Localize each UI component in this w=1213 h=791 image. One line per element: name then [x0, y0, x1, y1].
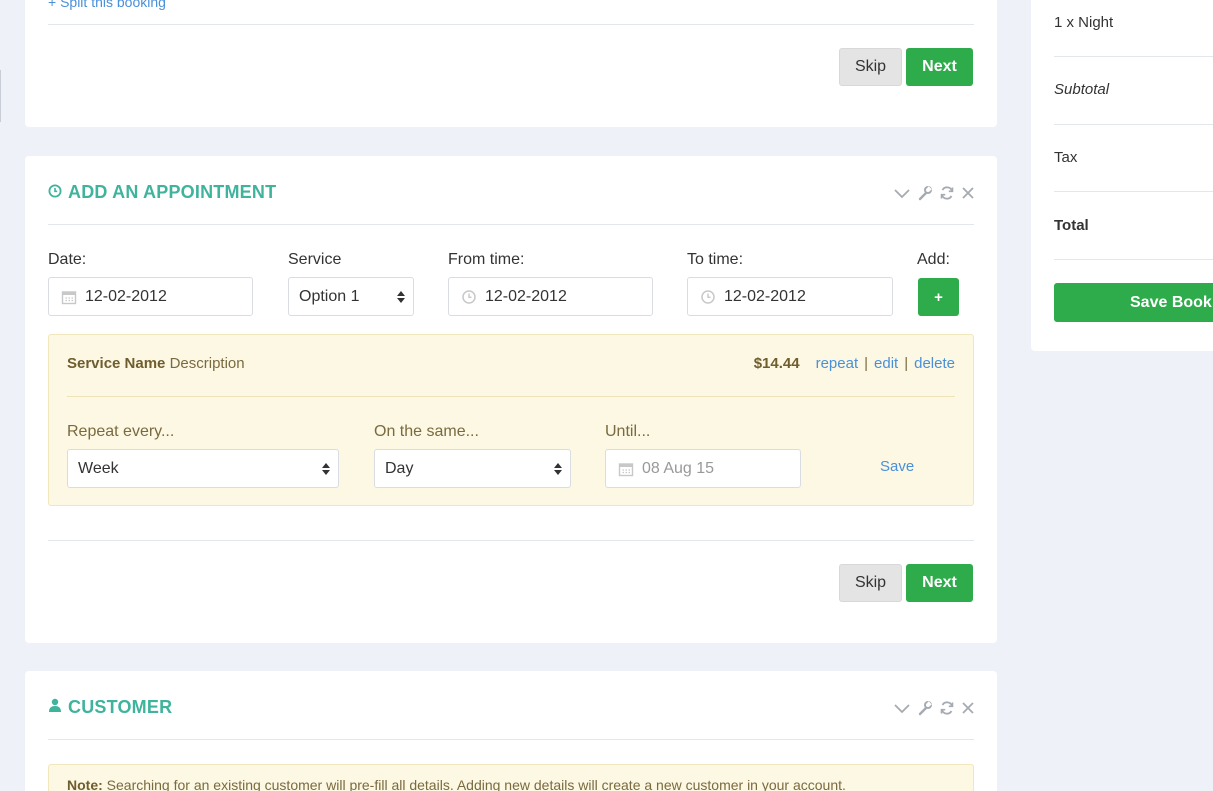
repeat-every-label: Repeat every... — [67, 423, 175, 440]
panel-title-customer: CUSTOMER — [48, 697, 172, 718]
divider — [48, 224, 974, 225]
user-icon — [48, 697, 62, 718]
from-time-label: From time: — [448, 251, 525, 268]
wrench-icon[interactable] — [917, 185, 933, 201]
panel-tools — [893, 185, 975, 201]
panel-title-appointment: ADD AN APPOINTMENT — [48, 182, 276, 203]
date-input[interactable]: 12-02-2012 — [48, 277, 253, 316]
summary-night-row: 1 x Night — [1054, 14, 1114, 31]
refresh-icon[interactable] — [939, 185, 955, 201]
on-same-select[interactable]: Day — [374, 449, 571, 488]
refresh-icon[interactable] — [939, 700, 955, 716]
until-placeholder: 08 Aug 15 — [642, 459, 715, 477]
delete-link[interactable]: delete — [914, 355, 955, 372]
clock-icon — [48, 182, 62, 203]
on-same-label: On the same... — [374, 423, 479, 440]
divider — [1054, 259, 1213, 260]
next-button[interactable]: Next — [906, 564, 973, 602]
service-item-name: Service Name Description — [67, 355, 245, 372]
divider — [1054, 191, 1213, 192]
close-icon[interactable] — [961, 186, 975, 200]
link-separator: | — [904, 355, 909, 372]
collapse-chevron-icon[interactable] — [893, 701, 911, 715]
select-arrows-icon — [554, 462, 562, 475]
booking-summary-panel: 1 x Night Subtotal Tax Total Save Bookin… — [1031, 0, 1213, 351]
skip-button[interactable]: Skip — [839, 48, 902, 86]
calendar-icon — [61, 289, 77, 305]
save-repeat-link[interactable]: Save — [880, 458, 914, 475]
divider — [48, 739, 974, 740]
add-appointment-panel: ADD AN APPOINTMENT Date: 12-02-2012 Serv… — [25, 156, 997, 643]
service-price: $14.44 — [753, 355, 800, 372]
divider — [48, 540, 974, 541]
left-edge-divider — [0, 70, 1, 122]
service-select[interactable]: Option 1 — [288, 277, 414, 316]
clock-icon — [700, 289, 716, 305]
divider — [1054, 124, 1213, 125]
panel-tools — [893, 700, 975, 716]
clock-icon — [461, 289, 477, 305]
add-label: Add: — [917, 251, 950, 268]
service-label: Service — [288, 251, 342, 268]
collapse-chevron-icon[interactable] — [893, 186, 911, 200]
customer-note: Note: Searching for an existing customer… — [48, 764, 974, 791]
service-item-box: Service Name Description $14.44 repeat |… — [48, 334, 974, 506]
until-label: Until... — [605, 423, 651, 440]
summary-total-label: Total — [1054, 217, 1089, 234]
summary-subtotal-label: Subtotal — [1054, 81, 1110, 98]
to-time-input[interactable]: 12-02-2012 — [687, 277, 893, 316]
link-separator: | — [864, 355, 869, 372]
split-booking-link[interactable]: + Split this booking — [48, 0, 166, 10]
save-booking-button[interactable]: Save Booking — [1054, 283, 1213, 322]
booking-split-panel: + Split this booking Skip Next — [25, 0, 997, 127]
calendar-icon — [618, 461, 634, 477]
next-button[interactable]: Next — [906, 48, 973, 86]
wrench-icon[interactable] — [917, 700, 933, 716]
customer-panel: CUSTOMER Note: Searching for an existing… — [25, 671, 997, 791]
service-item-actions: $14.44 repeat | edit | delete — [754, 355, 955, 372]
select-arrows-icon — [322, 462, 330, 475]
until-date-input[interactable]: 08 Aug 15 — [605, 449, 801, 488]
select-arrows-icon — [397, 290, 405, 303]
close-icon[interactable] — [961, 701, 975, 715]
edit-link[interactable]: edit — [874, 355, 898, 372]
add-service-button[interactable]: + — [918, 278, 959, 316]
divider — [1054, 56, 1213, 57]
to-time-label: To time: — [687, 251, 744, 268]
from-time-input[interactable]: 12-02-2012 — [448, 277, 653, 316]
divider — [67, 396, 955, 397]
repeat-every-select[interactable]: Week — [67, 449, 339, 488]
repeat-link[interactable]: repeat — [816, 355, 859, 372]
divider — [48, 24, 974, 25]
summary-tax-label: Tax — [1054, 149, 1078, 166]
skip-button[interactable]: Skip — [839, 564, 902, 602]
date-label: Date: — [48, 251, 87, 268]
